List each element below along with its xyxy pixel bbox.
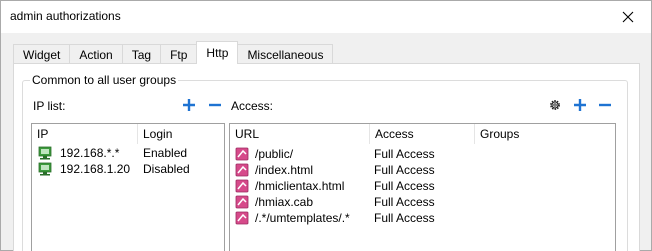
tab-tag[interactable]: Tag — [121, 44, 162, 64]
gear-icon — [550, 100, 560, 110]
title-bar: admin authorizations — [1, 1, 651, 33]
access-row[interactable]: /.*/umtemplates/.* Full Access — [230, 210, 615, 226]
access-list[interactable]: URL Access Groups /public/ Full Access /… — [229, 123, 616, 251]
access-row[interactable]: /hmiax.cab Full Access — [230, 194, 615, 210]
window-title: admin authorizations — [10, 9, 121, 23]
network-icon — [38, 146, 52, 160]
minus-icon — [599, 103, 611, 107]
tab-strip: Widget Action Tag Ftp Http Miscellaneous — [13, 41, 334, 64]
tab-miscellaneous[interactable]: Miscellaneous — [237, 44, 334, 64]
tab-widget[interactable]: Widget — [13, 44, 71, 64]
url-cell: /hmiclientax.html — [255, 179, 345, 193]
ip-row[interactable]: 192.168.1.20 Disabled — [32, 161, 224, 177]
column-header-login[interactable]: Login — [138, 124, 224, 144]
add-ip-button[interactable] — [182, 98, 196, 112]
access-row[interactable]: /hmiclientax.html Full Access — [230, 178, 615, 194]
access-cell: Full Access — [374, 211, 435, 225]
remove-access-button[interactable] — [598, 98, 612, 112]
page-icon — [235, 195, 249, 209]
close-button[interactable] — [605, 1, 651, 32]
column-header-access[interactable]: Access — [370, 124, 475, 144]
access-cell: Full Access — [374, 147, 435, 161]
ip-list-label: IP list: — [33, 99, 66, 113]
remove-ip-button[interactable] — [208, 98, 222, 112]
minus-icon — [209, 103, 221, 107]
groupbox-title: Common to all user groups — [30, 73, 179, 87]
add-access-button[interactable] — [573, 98, 587, 112]
page-icon — [235, 163, 249, 177]
plus-icon — [574, 99, 586, 111]
login-cell: Disabled — [143, 162, 190, 176]
login-cell: Enabled — [143, 146, 188, 160]
plus-icon — [183, 99, 195, 111]
access-label: Access: — [231, 99, 274, 113]
network-icon — [38, 162, 52, 176]
tab-action[interactable]: Action — [69, 44, 123, 64]
page-icon — [235, 147, 249, 161]
url-cell: /.*/umtemplates/.* — [255, 211, 350, 225]
url-cell: /hmiax.cab — [255, 195, 314, 209]
close-icon — [622, 11, 634, 22]
access-cell: Full Access — [374, 163, 435, 177]
ip-cell: 192.168.1.20 — [60, 162, 131, 176]
column-header-url[interactable]: URL — [230, 124, 370, 144]
access-row[interactable]: /public/ Full Access — [230, 146, 615, 162]
ip-row[interactable]: 192.168.*.* Enabled — [32, 145, 224, 161]
page-icon — [235, 179, 249, 193]
url-cell: /public/ — [255, 147, 294, 161]
access-cell: Full Access — [374, 179, 435, 193]
settings-button[interactable] — [548, 98, 562, 112]
page-icon — [235, 211, 249, 225]
tab-ftp[interactable]: Ftp — [160, 44, 198, 64]
tab-http[interactable]: Http — [196, 41, 239, 64]
ip-cell: 192.168.*.* — [60, 146, 120, 160]
ip-list[interactable]: IP Login 192.168.*.* Enabled 192.168.1.2… — [31, 123, 225, 251]
column-header-ip[interactable]: IP — [32, 124, 138, 144]
access-cell: Full Access — [374, 195, 435, 209]
access-row[interactable]: /index.html Full Access — [230, 162, 615, 178]
url-cell: /index.html — [255, 163, 314, 177]
column-header-groups[interactable]: Groups — [475, 124, 615, 144]
